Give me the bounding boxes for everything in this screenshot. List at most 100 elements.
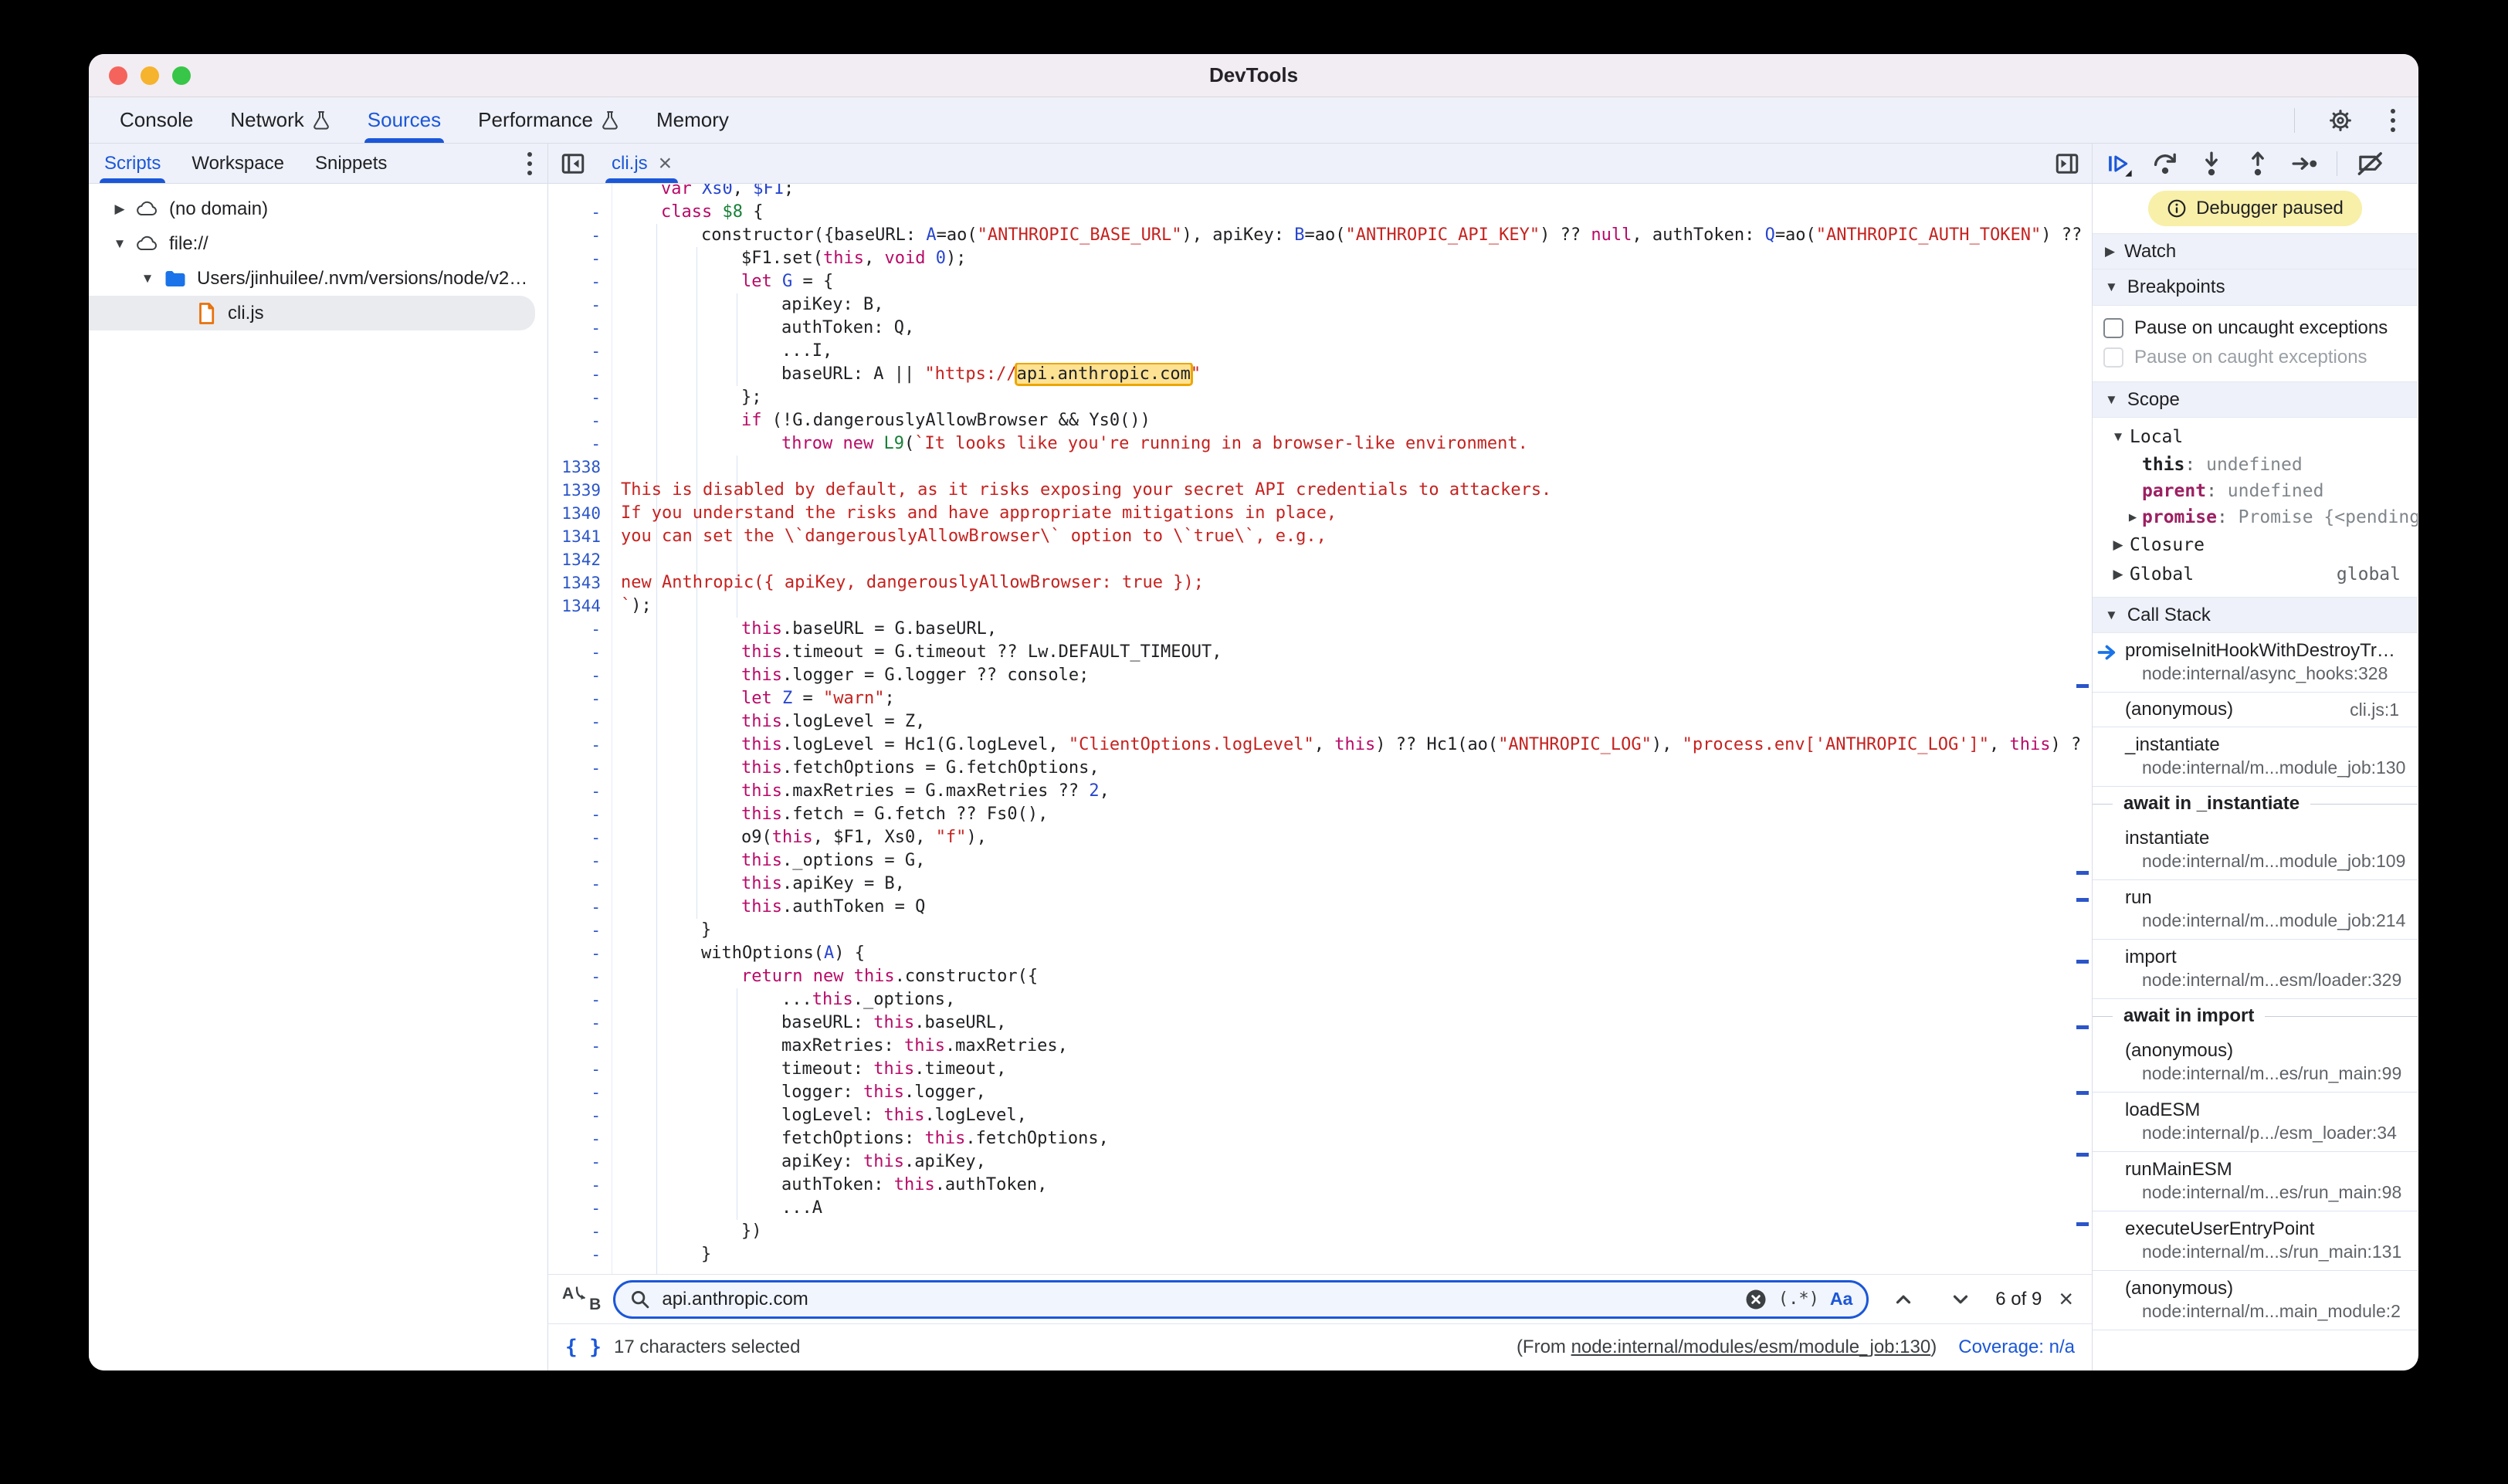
- deactivate-breakpoints-icon[interactable]: [2356, 150, 2385, 178]
- chevron-down-icon[interactable]: ▼: [106, 236, 134, 252]
- scope-property-this[interactable]: this: undefined: [2093, 452, 2418, 478]
- code-line[interactable]: -...A: [548, 1197, 2092, 1220]
- replace-toggle-icon[interactable]: AB: [562, 1285, 601, 1314]
- collapsed-line-marker[interactable]: -: [548, 317, 612, 340]
- frame-location[interactable]: cli.js:1: [2350, 700, 2399, 720]
- code-line[interactable]: -throw new L9(`It looks like you're runn…: [548, 432, 2092, 456]
- code-line[interactable]: -constructor({baseURL: A=ao("ANTHROPIC_B…: [548, 224, 2092, 247]
- line-number[interactable]: 1340: [548, 502, 612, 525]
- chevron-right-icon[interactable]: ▶: [2123, 510, 2142, 525]
- code-line[interactable]: -logLevel: this.logLevel,: [548, 1104, 2092, 1127]
- code-line[interactable]: -return new this.constructor({: [548, 965, 2092, 988]
- step-into-icon[interactable]: [2198, 150, 2225, 178]
- frame-location[interactable]: node:internal/m...esm/loader:329: [2093, 969, 2418, 991]
- search-match-tick[interactable]: [2076, 898, 2089, 902]
- callstack-frame[interactable]: (anonymous)node:internal/m...es/run_main…: [2093, 1033, 2418, 1093]
- code-line[interactable]: -...this._options,: [548, 988, 2092, 1011]
- close-tab-icon[interactable]: ×: [659, 152, 673, 175]
- callstack-frame[interactable]: importnode:internal/m...esm/loader:329: [2093, 940, 2418, 999]
- code-line[interactable]: -maxRetries: this.maxRetries,: [548, 1035, 2092, 1058]
- watch-section-header[interactable]: ▶ Watch: [2093, 233, 2418, 269]
- collapsed-line-marker[interactable]: -: [548, 965, 612, 988]
- line-number[interactable]: 1344: [548, 595, 612, 618]
- code-line[interactable]: -this.apiKey = B,: [548, 872, 2092, 896]
- code-line[interactable]: -$F1.set(this, void 0);: [548, 247, 2092, 270]
- code-line[interactable]: -this.timeout = G.timeout ?? Lw.DEFAULT_…: [548, 641, 2092, 664]
- code-line[interactable]: -this.baseURL = G.baseURL,: [548, 618, 2092, 641]
- callstack-frame[interactable]: runMainESMnode:internal/m...es/run_main:…: [2093, 1152, 2418, 1211]
- code-line[interactable]: 1339This is disabled by default, as it r…: [548, 479, 2092, 502]
- collapsed-line-marker[interactable]: -: [548, 757, 612, 780]
- line-number[interactable]: 1338: [548, 456, 612, 479]
- regex-toggle[interactable]: (.*): [1778, 1289, 1819, 1309]
- line-number[interactable]: 1342: [548, 548, 612, 571]
- collapsed-line-marker[interactable]: -: [548, 803, 612, 826]
- scope-property-parent[interactable]: parent: undefined: [2093, 478, 2418, 504]
- collapsed-line-marker[interactable]: -: [548, 872, 612, 896]
- collapsed-line-marker[interactable]: -: [548, 386, 612, 409]
- frame-location[interactable]: node:internal/m...module_job:130: [2093, 757, 2418, 779]
- resume-script-icon[interactable]: [2105, 150, 2133, 178]
- collapsed-line-marker[interactable]: -: [548, 1081, 612, 1104]
- close-search-icon[interactable]: ×: [2054, 1285, 2078, 1313]
- code-line[interactable]: -}): [548, 1220, 2092, 1243]
- collapsed-line-marker[interactable]: -: [548, 1174, 612, 1197]
- frame-location[interactable]: node:internal/m...es/run_main:98: [2093, 1181, 2418, 1204]
- collapsed-line-marker[interactable]: -: [548, 1243, 612, 1266]
- code-line[interactable]: 1338: [548, 456, 2092, 479]
- step-icon[interactable]: [2290, 150, 2318, 178]
- collapsed-line-marker[interactable]: -: [548, 293, 612, 317]
- collapsed-line-marker[interactable]: -: [548, 641, 612, 664]
- code-line[interactable]: -o9(this, $F1, Xs0, "f"),: [548, 826, 2092, 849]
- callstack-frame[interactable]: (anonymous)node:internal/m...main_module…: [2093, 1271, 2418, 1330]
- hide-navigator-icon[interactable]: [548, 144, 598, 183]
- collapsed-line-marker[interactable]: -: [548, 780, 612, 803]
- scope-property-promise[interactable]: ▶promise: Promise {<pending>}: [2093, 504, 2418, 530]
- collapsed-line-marker[interactable]: -: [548, 224, 612, 247]
- callstack-frame[interactable]: executeUserEntryPointnode:internal/m...s…: [2093, 1211, 2418, 1271]
- scope-section-local[interactable]: ▼Local: [2093, 422, 2418, 452]
- collapsed-line-marker[interactable]: -: [548, 270, 612, 293]
- code-line[interactable]: 1342: [548, 548, 2092, 571]
- code-line[interactable]: -if (!G.dangerouslyAllowBrowser && Ys0()…: [548, 409, 2092, 432]
- code-line[interactable]: -this.logLevel = Z,: [548, 710, 2092, 734]
- code-line[interactable]: -authToken: this.authToken,: [548, 1174, 2092, 1197]
- code-line[interactable]: -apiKey: B,: [548, 293, 2092, 317]
- previous-match-icon[interactable]: [1881, 1288, 1926, 1311]
- code-line[interactable]: -}: [548, 1243, 2092, 1266]
- callstack-frame[interactable]: promiseInitHookWithDestroyTr…node:intern…: [2093, 633, 2418, 693]
- next-match-icon[interactable]: [1938, 1288, 1983, 1311]
- collapsed-line-marker[interactable]: -: [548, 618, 612, 641]
- collapsed-line-marker[interactable]: -: [548, 1035, 612, 1058]
- step-out-icon[interactable]: [2244, 150, 2272, 178]
- code-line[interactable]: -authToken: Q,: [548, 317, 2092, 340]
- more-options-icon[interactable]: [2386, 104, 2400, 137]
- navigator-tab-workspace[interactable]: Workspace: [176, 144, 300, 183]
- collapsed-line-marker[interactable]: -: [548, 247, 612, 270]
- collapsed-line-marker[interactable]: -: [548, 1220, 612, 1243]
- code-line[interactable]: -...I,: [548, 340, 2092, 363]
- callstack-section-header[interactable]: ▼ Call Stack: [2093, 597, 2418, 633]
- frame-location[interactable]: node:internal/p.../esm_loader:34: [2093, 1122, 2418, 1144]
- code-line[interactable]: -}: [548, 919, 2092, 942]
- search-pill[interactable]: api.anthropic.com (.*) Aa: [613, 1280, 1869, 1319]
- code-line[interactable]: -this.authToken = Q: [548, 896, 2092, 919]
- collapsed-line-marker[interactable]: -: [548, 1127, 612, 1150]
- code-line[interactable]: 1344`);: [548, 595, 2092, 618]
- code-line[interactable]: var Xs0, $F1;: [548, 184, 2092, 201]
- code-line[interactable]: -this._options = G,: [548, 849, 2092, 872]
- checkbox[interactable]: [2103, 318, 2123, 338]
- collapsed-line-marker[interactable]: -: [548, 988, 612, 1011]
- code-line[interactable]: -baseURL: this.baseURL,: [548, 1011, 2092, 1035]
- chevron-right-icon[interactable]: ▶: [106, 202, 134, 217]
- collapsed-line-marker[interactable]: -: [548, 1011, 612, 1035]
- search-match-tick[interactable]: [2076, 1025, 2089, 1029]
- search-match-tick[interactable]: [2076, 871, 2089, 875]
- callstack-frame[interactable]: runnode:internal/m...module_job:214: [2093, 880, 2418, 940]
- search-match-tick[interactable]: [2076, 1153, 2089, 1157]
- collapsed-line-marker[interactable]: [548, 184, 612, 201]
- navigator-tab-scripts[interactable]: Scripts: [89, 144, 176, 183]
- settings-gear-icon[interactable]: [2317, 107, 2364, 134]
- callstack-frame[interactable]: _instantiatenode:internal/m...module_job…: [2093, 727, 2418, 787]
- search-input[interactable]: api.anthropic.com: [662, 1289, 1734, 1310]
